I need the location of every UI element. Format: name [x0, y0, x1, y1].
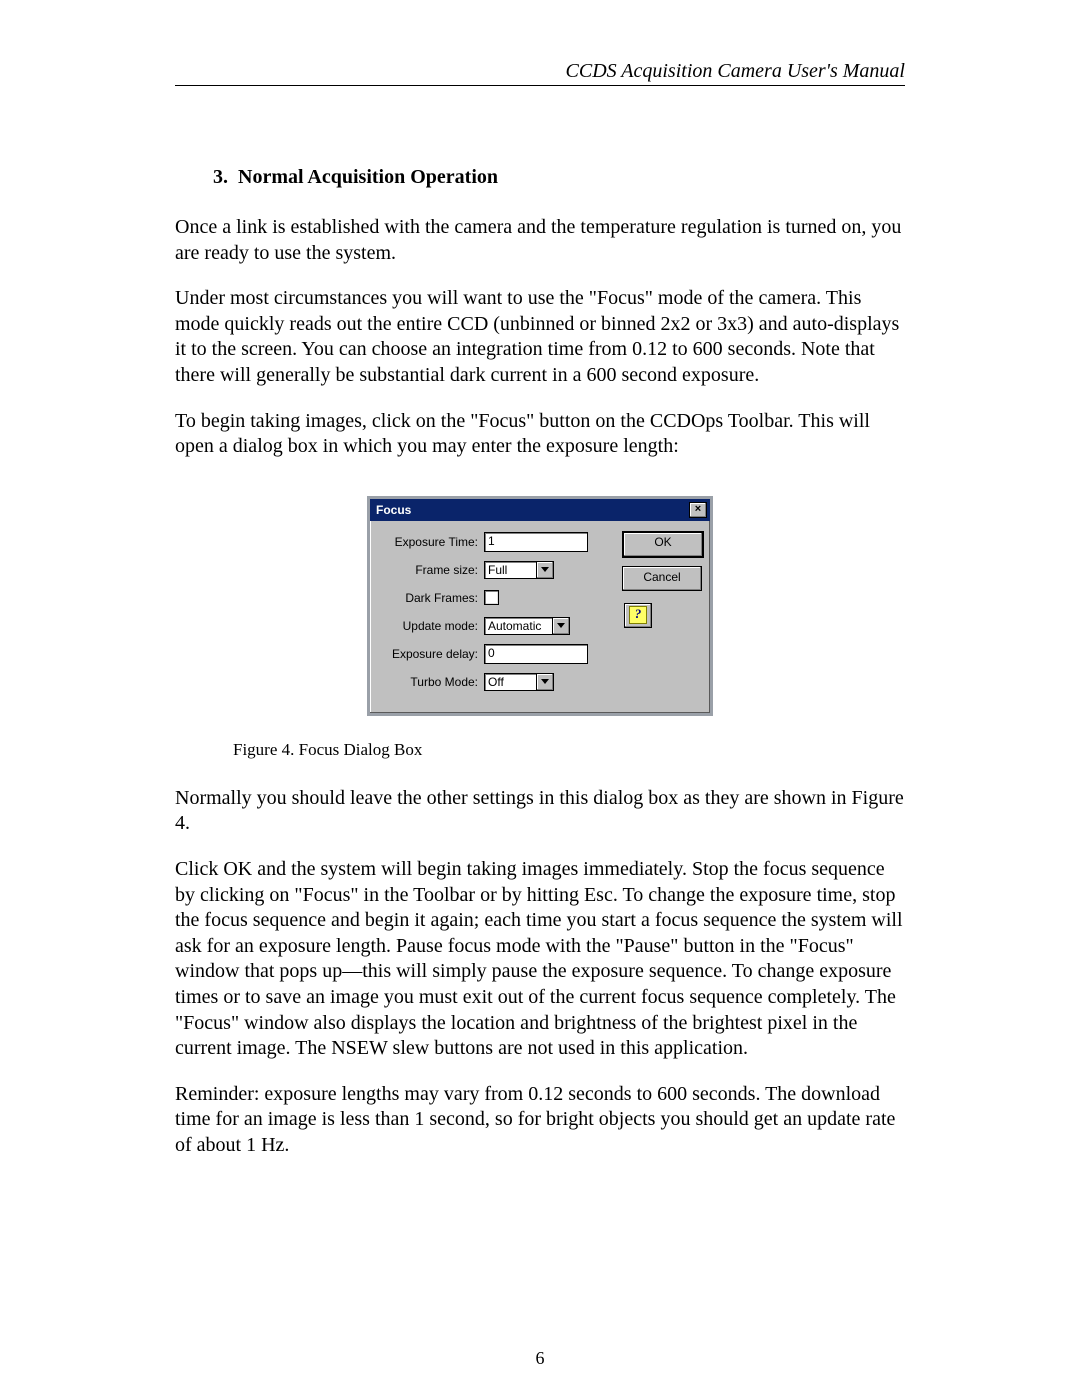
update-mode-select[interactable]: Automatic	[484, 617, 552, 635]
frame-size-label: Frame size:	[380, 563, 484, 577]
turbo-mode-label: Turbo Mode:	[380, 675, 484, 689]
paragraph: Under most circumstances you will want t…	[175, 286, 905, 388]
page-header: CCDS Acquisition Camera User's Manual	[175, 60, 905, 86]
cancel-button[interactable]: Cancel	[622, 566, 702, 591]
paragraph: Normally you should leave the other sett…	[175, 786, 905, 837]
frame-size-select[interactable]: Full	[484, 561, 536, 579]
update-mode-label: Update mode:	[380, 619, 484, 633]
help-icon: ?	[629, 606, 647, 624]
exposure-time-input[interactable]: 1	[484, 532, 588, 552]
figure-caption: Figure 4. Focus Dialog Box	[233, 740, 905, 760]
dialog-titlebar[interactable]: Focus ×	[370, 499, 710, 521]
paragraph: Click OK and the system will begin takin…	[175, 857, 905, 1062]
section-heading: 3. Normal Acquisition Operation	[213, 166, 905, 189]
page-number: 6	[0, 1348, 1080, 1369]
exposure-time-label: Exposure Time:	[380, 535, 484, 549]
help-button[interactable]: ?	[624, 603, 652, 628]
exposure-delay-input[interactable]: 0	[484, 644, 588, 664]
dark-frames-label: Dark Frames:	[380, 591, 484, 605]
close-icon[interactable]: ×	[689, 502, 707, 518]
chevron-down-icon[interactable]	[536, 561, 554, 579]
ok-button[interactable]: OK	[622, 531, 704, 558]
dialog-title: Focus	[376, 503, 411, 517]
turbo-mode-select[interactable]: Off	[484, 673, 536, 691]
dark-frames-checkbox[interactable]	[484, 590, 499, 605]
paragraph: Once a link is established with the came…	[175, 215, 905, 266]
focus-dialog: Focus × Exposure Time: 1 Frame size: Ful…	[367, 496, 713, 716]
figure-wrap: Focus × Exposure Time: 1 Frame size: Ful…	[175, 496, 905, 716]
paragraph: Reminder: exposure lengths may vary from…	[175, 1082, 905, 1159]
exposure-delay-label: Exposure delay:	[380, 647, 484, 661]
section-title: Normal Acquisition Operation	[238, 166, 498, 188]
section-number: 3.	[213, 166, 228, 188]
paragraph: To begin taking images, click on the "Fo…	[175, 409, 905, 460]
chevron-down-icon[interactable]	[536, 673, 554, 691]
chevron-down-icon[interactable]	[552, 617, 570, 635]
